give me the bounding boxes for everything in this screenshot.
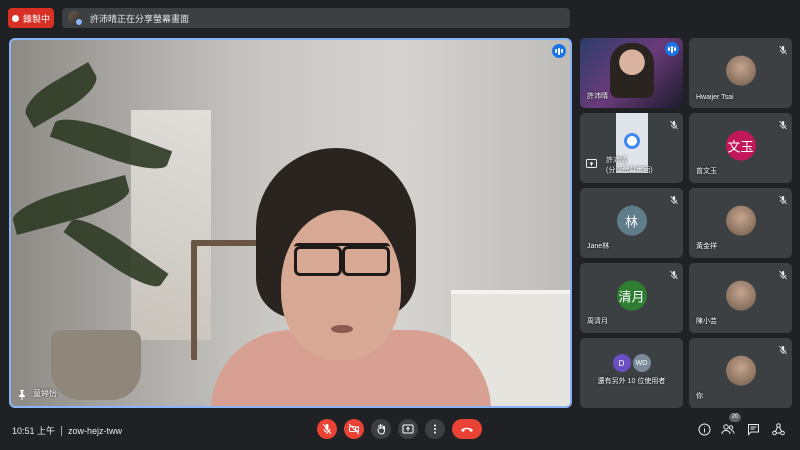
participant-tile[interactable]: 許沛晴 (分享螢幕畫面)	[580, 113, 683, 183]
others-avatar-1: D	[612, 354, 631, 372]
mic-toggle-button[interactable]	[317, 419, 337, 439]
participant-tile[interactable]: 你	[689, 338, 792, 408]
presentation-banner[interactable]: 許沛晴正在分享螢幕畫面	[62, 8, 570, 28]
present-now-button[interactable]	[398, 419, 418, 439]
more-options-button[interactable]	[425, 419, 445, 439]
raise-hand-icon	[377, 424, 385, 435]
recording-badge[interactable]: 錄製中	[8, 8, 54, 28]
camera-toggle-button[interactable]	[344, 419, 364, 439]
participant-name: 陳小芸	[696, 318, 717, 325]
presentation-banner-text: 許沛晴正在分享螢幕畫面	[90, 13, 190, 24]
info-icon	[698, 423, 710, 435]
participant-count-badge: 20	[729, 413, 741, 422]
main-video-tile[interactable]: 童婷怡	[9, 38, 572, 408]
chat-button[interactable]	[745, 421, 761, 437]
participant-name: 黃金祥	[696, 243, 717, 250]
chat-icon	[747, 423, 759, 436]
present-icon	[402, 424, 414, 434]
mic-off-icon	[669, 267, 679, 280]
mic-off-icon	[778, 42, 788, 55]
participant-avatar: 清月	[616, 280, 647, 311]
end-call-icon	[461, 427, 473, 432]
participant-avatar: 文玉	[725, 130, 756, 161]
participant-avatar	[725, 355, 756, 386]
recording-label: 錄製中	[22, 13, 50, 24]
leave-call-button[interactable]	[452, 419, 482, 439]
meeting-details-button[interactable]	[696, 421, 712, 437]
participant-tile[interactable]: 黃金祥	[689, 188, 792, 258]
mic-off-icon	[778, 267, 788, 280]
camera-off-icon	[348, 423, 360, 435]
participant-name: 許沛晴 (分享螢幕畫面)	[606, 157, 653, 174]
participant-name: Hwaijer Tsai	[696, 94, 734, 101]
participant-name: 還有另外 10 位使用者	[597, 378, 666, 385]
participant-avatar	[725, 280, 756, 311]
participant-tile[interactable]: 陳小芸	[689, 263, 792, 333]
mic-off-icon	[778, 117, 788, 130]
participant-tile[interactable]: D WD 還有另外 10 位使用者	[580, 338, 683, 408]
participant-tile[interactable]: Hwaijer Tsai	[689, 38, 792, 108]
meeting-code: zow-hejz-tww	[68, 425, 123, 436]
meeting-details: 10:51 上午 zow-hejz-tww	[12, 424, 122, 437]
others-avatar-2: WD	[632, 354, 651, 372]
people-button[interactable]	[720, 421, 736, 437]
participant-tile[interactable]: 清月周清月	[580, 263, 683, 333]
mic-off-icon	[778, 192, 788, 205]
raise-hand-button[interactable]	[371, 419, 391, 439]
people-icon	[721, 424, 735, 435]
participant-avatar	[725, 55, 756, 86]
speaker-mouth	[331, 325, 353, 333]
participant-name: 周清月	[587, 318, 608, 325]
participant-name: 曾文玉	[696, 168, 717, 175]
plant-pot	[51, 330, 141, 400]
more-options-icon	[434, 424, 436, 434]
recording-dot-icon	[11, 14, 19, 22]
participant-name: Jane林	[587, 243, 610, 250]
participant-name: 許沛晴	[587, 93, 608, 100]
participant-avatar: 林	[616, 205, 647, 236]
participant-tile[interactable]: 許沛晴	[580, 38, 683, 108]
presenter-avatar	[68, 11, 83, 26]
divider	[61, 425, 63, 436]
activities-icon	[771, 422, 785, 435]
speaker-glasses	[294, 243, 390, 276]
speaker-face	[281, 210, 401, 360]
mic-off-icon	[669, 117, 679, 130]
others-avatars: D WD	[612, 354, 651, 372]
present-icon	[586, 159, 597, 168]
mic-off-icon	[778, 342, 788, 355]
participant-tile[interactable]: 文玉曾文玉	[689, 113, 792, 183]
speaking-indicator-icon	[665, 42, 679, 56]
participant-tile[interactable]: 林 Jane林	[580, 188, 683, 258]
main-speaker-name: 童婷怡	[33, 389, 57, 398]
activities-button[interactable]	[770, 421, 786, 437]
participant-video	[610, 43, 654, 98]
participant-avatar	[725, 205, 756, 236]
clock-text: 10:51 上午	[12, 426, 56, 436]
mic-off-icon	[669, 192, 679, 205]
participant-name: 你	[696, 393, 703, 400]
speaking-indicator-icon	[552, 44, 566, 58]
pin-icon[interactable]	[17, 390, 27, 400]
mic-off-icon	[322, 423, 332, 435]
